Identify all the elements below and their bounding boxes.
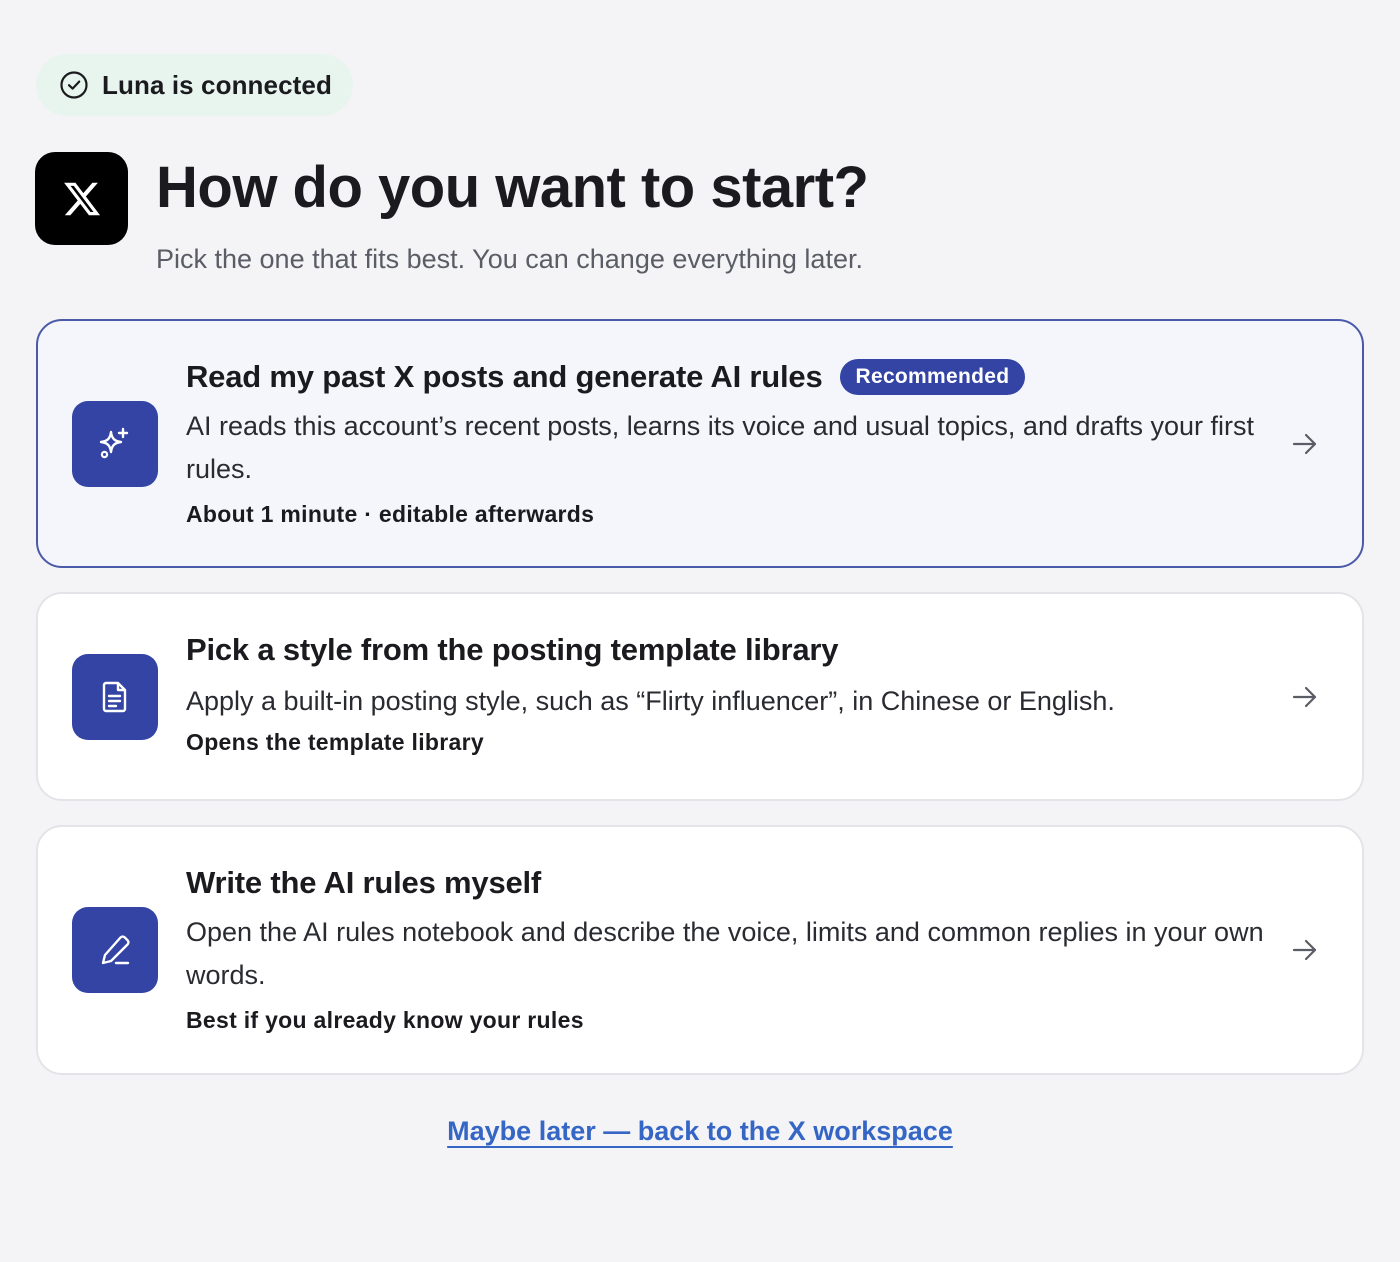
option-body: Write the AI rules myself Open the AI ru… xyxy=(186,861,1266,1034)
option-icon-box xyxy=(72,401,158,487)
option-description: Open the AI rules notebook and describe … xyxy=(186,917,1264,990)
option-title: Pick a style from the posting template l… xyxy=(186,632,839,667)
sparkle-icon xyxy=(99,427,129,459)
x-logo-icon xyxy=(63,182,100,215)
option-card-generate-ai-rules[interactable]: Read my past X posts and generate AI rul… xyxy=(36,319,1364,568)
check-circle-icon xyxy=(60,71,88,99)
back-link-container: Maybe later — back to the X workspace xyxy=(0,1116,1400,1147)
page-subtitle: Pick the one that fits best. You can cha… xyxy=(156,244,863,274)
option-body: Read my past X posts and generate AI rul… xyxy=(186,355,1266,528)
back-to-workspace-link[interactable]: Maybe later — back to the X workspace xyxy=(447,1116,953,1146)
recommended-badge: Recommended xyxy=(839,359,1026,395)
option-title: Write the AI rules myself xyxy=(186,865,542,900)
connection-status-text: Luna is connected xyxy=(102,69,332,100)
option-body: Pick a style from the posting template l… xyxy=(186,628,1266,756)
option-title: Read my past X posts and generate AI rul… xyxy=(186,359,823,394)
option-description: Apply a built-in posting style, such as … xyxy=(186,686,1115,716)
option-note: About 1 minute · editable afterwards xyxy=(186,501,595,527)
arrow-right-icon xyxy=(1292,939,1317,961)
option-title-row: Pick a style from the posting template l… xyxy=(186,628,1266,672)
option-icon-box xyxy=(72,907,158,993)
option-title-row: Read my past X posts and generate AI rul… xyxy=(186,355,1266,399)
option-card-template-library[interactable]: Pick a style from the posting template l… xyxy=(36,592,1364,801)
option-description: AI reads this account’s recent posts, le… xyxy=(186,411,1255,484)
arrow-right-icon xyxy=(1292,433,1317,455)
connection-status-pill: Luna is connected xyxy=(36,54,353,116)
document-icon xyxy=(102,681,127,713)
page-title: How do you want to start? xyxy=(156,155,869,220)
onboarding-page: Luna is connected How do you want to sta… xyxy=(0,0,1400,1262)
option-note: Best if you already know your rules xyxy=(186,1007,584,1033)
x-logo xyxy=(35,152,128,245)
arrow-right-icon xyxy=(1292,686,1317,708)
option-title-row: Write the AI rules myself xyxy=(186,861,1266,905)
pencil-icon xyxy=(101,935,130,965)
option-card-write-rules[interactable]: Write the AI rules myself Open the AI ru… xyxy=(36,825,1364,1075)
option-note: Opens the template library xyxy=(186,729,484,755)
option-icon-box xyxy=(72,654,158,740)
